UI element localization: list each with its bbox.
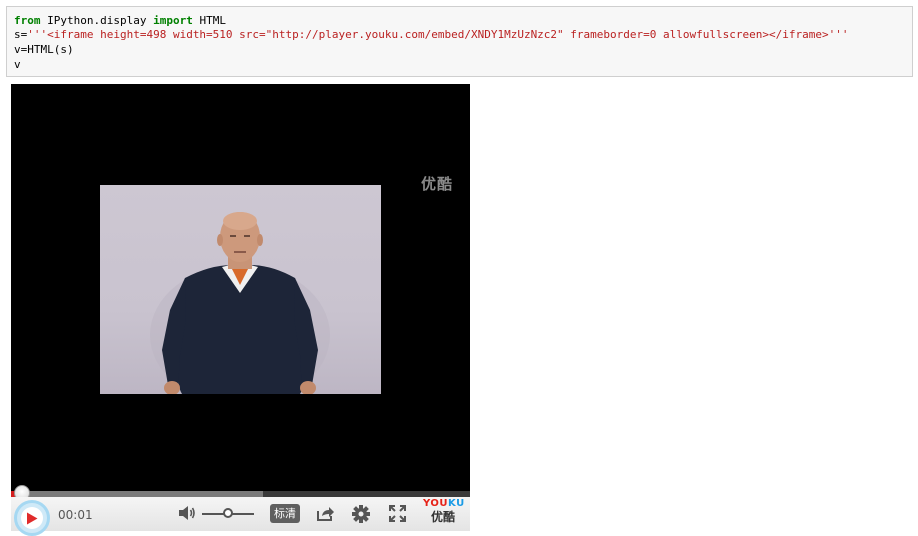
video-frame[interactable] bbox=[100, 185, 381, 394]
brand-latin: YOUKU bbox=[423, 498, 465, 510]
code-cell[interactable]: from IPython.display import HTML s='''<i… bbox=[6, 6, 913, 77]
volume-slider[interactable] bbox=[202, 508, 254, 518]
code-line-output: v bbox=[14, 58, 21, 71]
code-line-html: v=HTML(s) bbox=[14, 43, 74, 56]
brand-chinese: 优酷 bbox=[430, 510, 455, 524]
module-name: IPython.display bbox=[40, 14, 154, 27]
video-player[interactable]: 优酷 00:01 标清 YOUKU 优酷 bbox=[11, 84, 470, 536]
iframe-string: '''<iframe height=498 width=510 src="htt… bbox=[27, 28, 849, 41]
play-icon bbox=[27, 512, 38, 524]
volume-icon[interactable] bbox=[178, 505, 196, 521]
quality-button[interactable]: 标清 bbox=[270, 504, 300, 523]
youku-logo[interactable]: YOUKU 优酷 bbox=[423, 498, 465, 530]
current-time: 00:01 bbox=[58, 508, 93, 522]
keyword-import: import bbox=[153, 14, 193, 27]
video-person-image bbox=[150, 212, 330, 394]
play-button[interactable] bbox=[14, 500, 50, 536]
gear-icon[interactable] bbox=[352, 505, 370, 523]
keyword-from: from bbox=[14, 14, 41, 27]
play-button-inner bbox=[21, 507, 43, 529]
brand-latin-ku: KU bbox=[448, 498, 465, 509]
fullscreen-icon[interactable] bbox=[389, 505, 406, 522]
code-line-string: s='''<iframe height=498 width=510 src="h… bbox=[14, 28, 848, 42]
youku-watermark: 优酷 bbox=[420, 175, 453, 193]
volume-knob[interactable] bbox=[223, 508, 233, 518]
share-icon[interactable] bbox=[316, 505, 335, 522]
brand-latin-you: YOU bbox=[423, 498, 449, 509]
control-bar: 00:01 标清 YOUKU 优酷 bbox=[11, 497, 470, 536]
imported-name: HTML bbox=[192, 14, 226, 27]
code-line-import: from IPython.display import HTML bbox=[14, 14, 226, 28]
assign-s: s= bbox=[14, 28, 28, 41]
